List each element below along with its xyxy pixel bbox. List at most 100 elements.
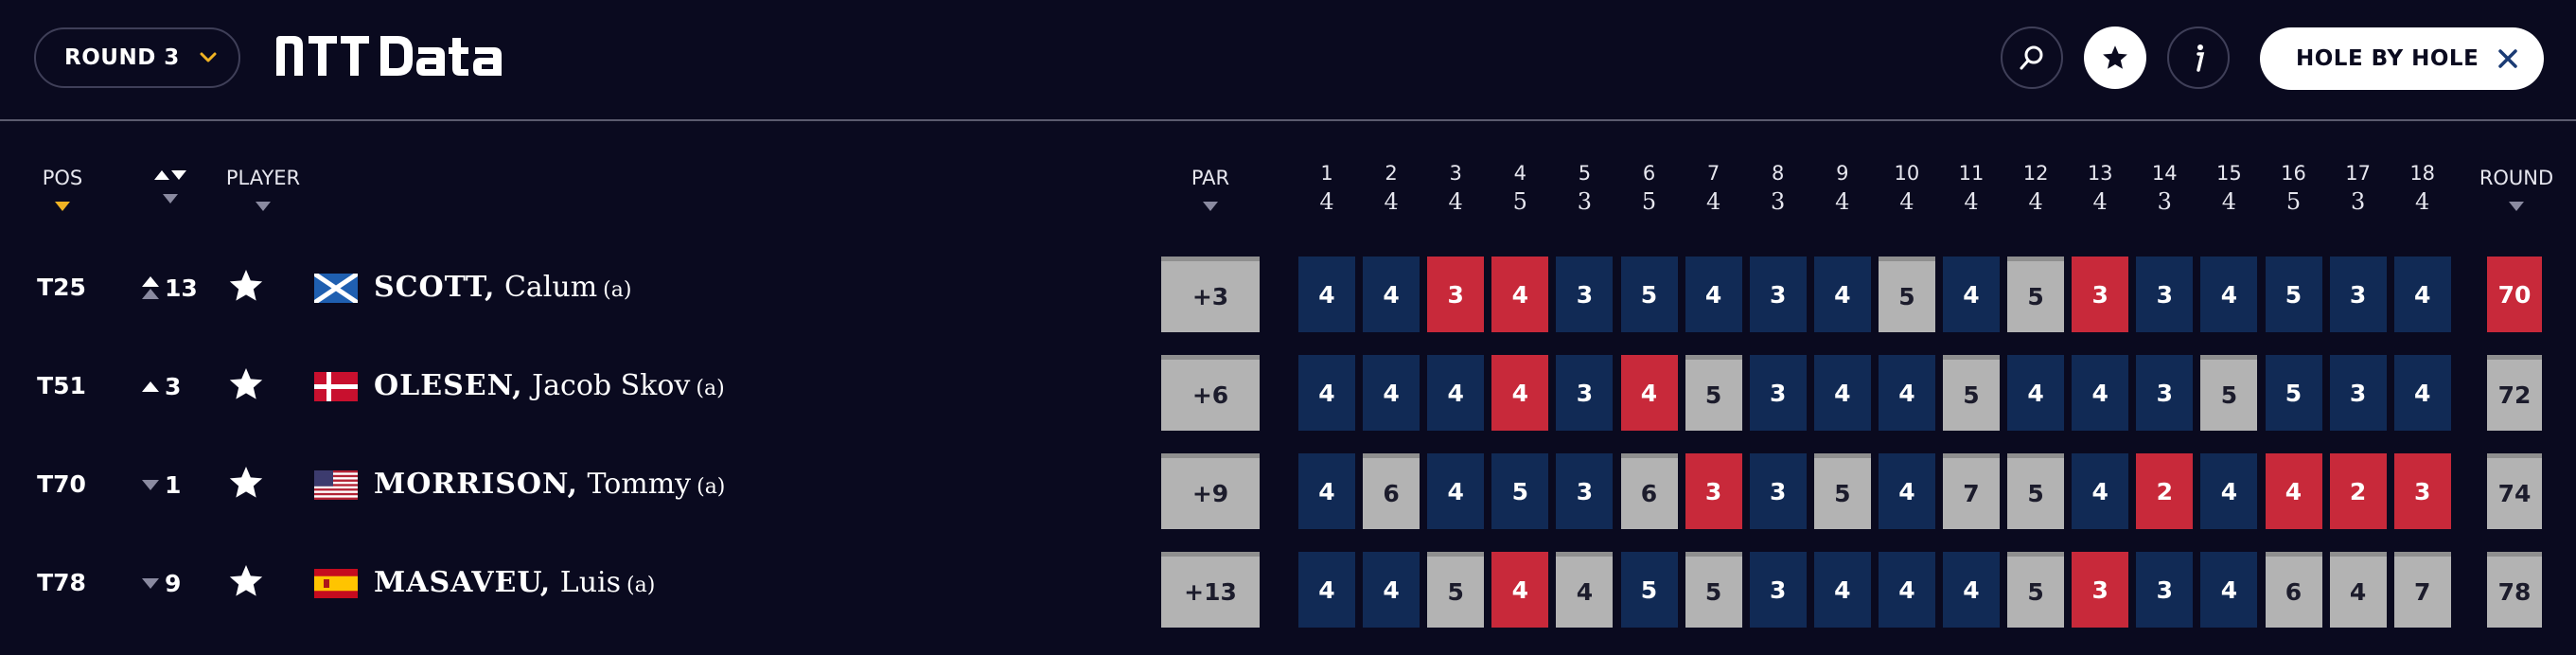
sort-indicator-icon — [2509, 202, 2524, 211]
player-row[interactable]: T78 9 MASAVEU, Luis (a) +13 4 4 5 4 4 5 5 3 4 4 4 5 3 3 4 6 4… — [0, 534, 2576, 632]
movement-column-header[interactable] — [151, 170, 189, 208]
player-row[interactable]: T51 3 OLESEN, Jacob Skov (a) +6 4 4 4 4 3 4 5 3 4 4 5 4 4… — [0, 337, 2576, 435]
movement-value: 1 — [165, 470, 182, 499]
player-first-name: Luis — [551, 566, 622, 599]
hole-score: 5 — [1427, 552, 1485, 628]
hole-score: 4 — [1620, 355, 1678, 431]
hole-score: 4 — [1943, 257, 2000, 332]
ntt-data-logo — [274, 32, 511, 80]
position-movement: 3 — [142, 337, 199, 435]
position-movement: 1 — [142, 435, 199, 534]
round-selector[interactable]: ROUND 3 — [34, 27, 240, 88]
hole-score: 3 — [1685, 453, 1742, 529]
hole-score: 6 — [1620, 453, 1678, 529]
close-icon[interactable] — [2497, 47, 2519, 70]
hole-number: 17 — [2345, 162, 2371, 185]
hole-score: 3 — [1427, 257, 1485, 332]
scotland-flag-icon — [314, 274, 358, 303]
round-selector-label: ROUND 3 — [64, 45, 180, 70]
star-icon[interactable] — [227, 365, 265, 403]
hole-score: 4 — [1298, 257, 1355, 332]
hole-score: 4 — [1427, 453, 1485, 529]
hole-score: 4 — [1943, 552, 2000, 628]
top-bar: ROUND 3 HOLE BY HOLE — [0, 0, 2576, 121]
star-icon[interactable] — [227, 562, 265, 600]
star-icon — [2103, 45, 2127, 69]
pos-column-header[interactable]: POS — [34, 167, 91, 216]
movement-value: 13 — [165, 274, 198, 302]
hole-by-hole-toggle[interactable]: HOLE BY HOLE — [2260, 27, 2544, 90]
hole-score: 4 — [2393, 355, 2451, 431]
hole-par: 4 — [1705, 188, 1721, 215]
hole-number: 15 — [2216, 162, 2242, 185]
star-icon[interactable] — [227, 464, 265, 502]
hole-score: 4 — [2200, 257, 2258, 332]
sort-indicator-icon — [1203, 202, 1218, 211]
par-header-label: PAR — [1191, 167, 1230, 189]
player-row[interactable]: T70 1 MORRISON, Tommy (a) +9 4 6 4 5 3 6 3 3 5 4 7 5 4 2 4 4… — [0, 435, 2576, 534]
hole-score: 7 — [2393, 552, 2451, 628]
hole-score: 4 — [1363, 552, 1420, 628]
hole-score: 3 — [2393, 453, 2451, 529]
hole-score: 2 — [2136, 453, 2194, 529]
movement-value: 3 — [165, 372, 182, 400]
hole-number: 14 — [2151, 162, 2178, 185]
player-row[interactable]: T25 13 SCOTT, Calum (a) +3 4 4 3 4 3 5 4 3 4 5 4 5 3 3 4 5 3 4… — [0, 239, 2576, 337]
hole-score: 2 — [2329, 453, 2387, 529]
hole-par: 4 — [1899, 188, 1914, 215]
hole-number: 18 — [2409, 162, 2436, 185]
star-icon[interactable] — [227, 267, 265, 305]
round-total: 72 — [2487, 355, 2542, 431]
hole-score: 3 — [2072, 257, 2129, 332]
player-name[interactable]: OLESEN, Jacob Skov (a) — [374, 337, 725, 435]
hole-score: 5 — [1943, 355, 2000, 431]
hole-score: 3 — [2072, 552, 2129, 628]
player-first-name: Tommy — [577, 468, 692, 501]
player-last-name: MASAVEU, — [374, 566, 552, 599]
hole-par: 4 — [1835, 188, 1850, 215]
hole-par: 4 — [1384, 188, 1399, 215]
hole-number: 12 — [2022, 162, 2049, 185]
hole-by-hole-label: HOLE BY HOLE — [2296, 46, 2479, 71]
movement-value: 9 — [165, 569, 182, 597]
to-par-score: +9 — [1161, 453, 1260, 529]
hole-score: 5 — [2265, 257, 2322, 332]
hole-par: 3 — [1771, 188, 1786, 215]
search-button[interactable] — [2001, 27, 2063, 89]
position: T78 — [37, 569, 86, 596]
round-header-label: ROUND — [2479, 167, 2554, 189]
hole-number: 3 — [1449, 162, 1462, 185]
hole-par: 4 — [1448, 188, 1463, 215]
hole-number: 8 — [1772, 162, 1785, 185]
hole-par: 3 — [1577, 188, 1593, 215]
par-column-header[interactable]: PAR — [1177, 167, 1244, 216]
player-name[interactable]: MORRISON, Tommy (a) — [374, 435, 725, 534]
hole-score: 3 — [2329, 257, 2387, 332]
hole-score: 3 — [1749, 453, 1807, 529]
info-button[interactable] — [2167, 27, 2230, 89]
logo-mark — [276, 36, 502, 76]
round-column-header[interactable]: ROUND — [2474, 167, 2559, 216]
hole-par: 3 — [2157, 188, 2172, 215]
hole-score: 3 — [1749, 355, 1807, 431]
player-name[interactable]: MASAVEU, Luis (a) — [374, 534, 655, 632]
hole-score: 5 — [2007, 257, 2065, 332]
position-movement: 9 — [142, 534, 199, 632]
hole-score: 4 — [2200, 453, 2258, 529]
hole-number: 5 — [1578, 162, 1592, 185]
hole-par: 4 — [2415, 188, 2430, 215]
favorites-button[interactable] — [2084, 27, 2146, 89]
hole-score: 4 — [1491, 257, 1549, 332]
position: T25 — [37, 274, 86, 301]
hole-number: 2 — [1385, 162, 1398, 185]
hole-score: 3 — [1749, 257, 1807, 332]
movement-down-icon — [142, 577, 159, 589]
movement-down-icon — [142, 479, 159, 490]
hole-par: 5 — [1641, 188, 1657, 215]
player-name[interactable]: SCOTT, Calum (a) — [374, 239, 631, 337]
hole-score: 5 — [1620, 257, 1678, 332]
player-column-header[interactable]: PLAYER — [223, 167, 303, 216]
hole-par: 3 — [2350, 188, 2366, 215]
hole-score: 4 — [2007, 355, 2065, 431]
hole-score: 4 — [1813, 552, 1871, 628]
